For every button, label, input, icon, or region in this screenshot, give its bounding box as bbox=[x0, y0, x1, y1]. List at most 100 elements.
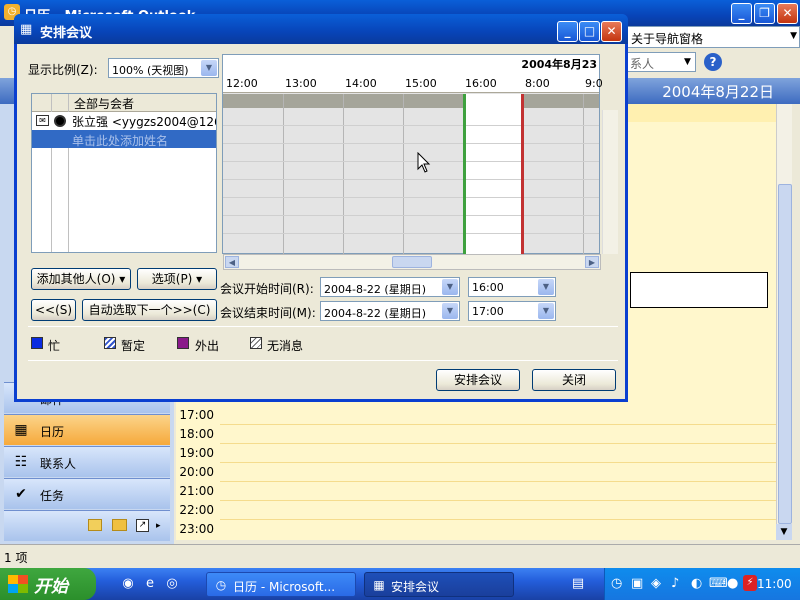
meeting-end-marker[interactable] bbox=[521, 94, 524, 254]
messenger-icon[interactable]: ● bbox=[727, 576, 738, 591]
hour-label: 9:0 bbox=[585, 77, 603, 90]
required-attendee-icon[interactable] bbox=[54, 115, 66, 127]
network-icon[interactable]: ▣ bbox=[631, 576, 643, 591]
calendar-icon: ▦ bbox=[373, 578, 385, 592]
out-of-office-swatch bbox=[177, 337, 189, 349]
close-button[interactable]: 关闭 bbox=[532, 369, 616, 391]
notes-icon[interactable] bbox=[88, 519, 102, 531]
time-row-line bbox=[220, 519, 776, 520]
help-question-text: 关于导航窗格 bbox=[631, 32, 704, 46]
hour-label: 15:00 bbox=[405, 77, 437, 90]
time-label: 22:00 bbox=[179, 503, 214, 517]
nav-shortcuts-bar: ↗ ▸ bbox=[4, 510, 170, 541]
system-tray: ◷ ▣ ◈ ♪ ◐ ⌨ ● ⚡ 11:00 bbox=[604, 568, 800, 600]
meeting-time-slot[interactable] bbox=[465, 94, 523, 254]
nav-label-calendar: 日历 bbox=[40, 425, 65, 439]
windows-logo-icon bbox=[8, 575, 28, 593]
free-busy-horizontal-scrollbar[interactable] bbox=[223, 254, 601, 270]
attendee-row[interactable]: ✉ 张立强 <yygzs2004@126.co bbox=[32, 112, 216, 130]
chevron-down-icon[interactable]: ▼ bbox=[442, 279, 458, 295]
hour-label: 12:00 bbox=[226, 77, 258, 90]
contact-dropdown-icon[interactable]: ▼ bbox=[684, 55, 696, 69]
dialog-minimize-button[interactable]: _ bbox=[557, 21, 578, 42]
volume-icon[interactable]: ♪ bbox=[671, 576, 679, 591]
chevron-down-icon[interactable]: ▼ bbox=[790, 31, 797, 41]
desktop-icon[interactable]: ◉ bbox=[120, 576, 136, 592]
nav-button-calendar[interactable]: ▦ 日历 bbox=[4, 414, 170, 445]
row-gridline bbox=[223, 233, 599, 234]
start-time-label: 会议开始时间(R): bbox=[220, 282, 314, 296]
start-date-value: 2004-8-22 (星期日) bbox=[324, 283, 427, 296]
hour-gridline bbox=[343, 94, 344, 254]
end-time-label: 会议结束时间(M): bbox=[220, 306, 316, 320]
meeting-start-marker[interactable] bbox=[463, 94, 466, 254]
configure-buttons-icon[interactable]: ▸ bbox=[156, 521, 161, 531]
scroll-down-arrow-icon[interactable]: ▼ bbox=[776, 524, 792, 540]
start-time-select[interactable]: 16:00 ▼ bbox=[468, 277, 556, 297]
media-icon[interactable]: ◎ bbox=[164, 576, 180, 592]
hour-label: 16:00 bbox=[465, 77, 497, 90]
input-method-icon[interactable]: ⌨ bbox=[709, 576, 728, 591]
legend-noinfo: 无消息 bbox=[267, 339, 304, 353]
taskbar-meeting-label: 安排会议 bbox=[391, 580, 440, 594]
outlook-minimize-button[interactable]: _ bbox=[731, 3, 752, 24]
security-icon[interactable]: ◈ bbox=[651, 576, 661, 591]
add-others-button[interactable]: 添加其他人(O) ▾ bbox=[31, 268, 131, 290]
keyboard-icon[interactable]: ▤ bbox=[570, 576, 586, 592]
add-attendee-row[interactable]: 单击此处添加姓名 bbox=[32, 130, 216, 148]
time-label: 17:00 bbox=[179, 408, 214, 422]
antivirus-icon[interactable]: ◐ bbox=[691, 576, 702, 591]
hour-gridline bbox=[283, 94, 284, 254]
help-question-box[interactable]: 关于导航窗格 ▼ bbox=[626, 26, 800, 48]
folder-icon[interactable] bbox=[112, 519, 127, 531]
outlook-restore-button[interactable]: ❐ bbox=[754, 3, 775, 24]
divider bbox=[28, 326, 618, 327]
chevron-down-icon[interactable]: ▼ bbox=[201, 60, 217, 76]
outlook-close-button[interactable]: ✕ bbox=[777, 3, 798, 24]
free-busy-vertical-scrollbar[interactable] bbox=[602, 110, 618, 254]
clock[interactable]: 11:00 bbox=[757, 577, 792, 591]
dialog-maximize-button[interactable]: □ bbox=[579, 21, 600, 42]
start-date-select[interactable]: 2004-8-22 (星期日) ▼ bbox=[320, 277, 460, 297]
nav-button-tasks[interactable]: ✔ 任务 bbox=[4, 478, 170, 509]
start-time-value: 16:00 bbox=[472, 281, 504, 294]
add-name-placeholder[interactable]: 单击此处添加姓名 bbox=[72, 132, 168, 149]
flash-icon[interactable]: ⚡ bbox=[743, 575, 757, 591]
row-gridline bbox=[223, 197, 599, 198]
hour-gridline bbox=[403, 94, 404, 254]
zoom-label: 显示比例(Z): bbox=[28, 63, 98, 77]
scroll-right-arrow-icon[interactable]: ▶ bbox=[585, 256, 599, 268]
scrollbar-thumb[interactable] bbox=[778, 184, 792, 524]
browser-icon[interactable]: e bbox=[142, 576, 158, 592]
previous-slot-button[interactable]: <<(S) bbox=[31, 299, 76, 321]
attendee-name[interactable]: 张立强 <yygzs2004@126.co bbox=[72, 113, 216, 130]
time-label: 18:00 bbox=[179, 427, 214, 441]
taskbar-outlook[interactable]: ◷ 日历 - Microsoft... bbox=[206, 572, 356, 597]
row-gridline bbox=[223, 125, 599, 126]
end-time-value: 17:00 bbox=[472, 305, 504, 318]
scrollbar-thumb[interactable] bbox=[392, 256, 432, 268]
time-label: 19:00 bbox=[179, 446, 214, 460]
schedule-meeting-button[interactable]: 安排会议 bbox=[436, 369, 520, 391]
outlook-icon: ◷ bbox=[215, 578, 227, 592]
nav-label-tasks: 任务 bbox=[40, 489, 65, 503]
chevron-down-icon[interactable]: ▼ bbox=[538, 303, 554, 319]
taskbar-schedule-meeting[interactable]: ▦ 安排会议 bbox=[364, 572, 514, 597]
nav-button-contacts[interactable]: ☷ 联系人 bbox=[4, 446, 170, 477]
chevron-down-icon[interactable]: ▼ bbox=[538, 279, 554, 295]
options-button[interactable]: 选项(P) ▾ bbox=[137, 268, 217, 290]
help-icon[interactable]: ? bbox=[704, 53, 722, 71]
start-button[interactable]: 开始 bbox=[0, 568, 96, 600]
row-gridline bbox=[223, 179, 599, 180]
calendar-vertical-scrollbar[interactable] bbox=[776, 104, 792, 540]
autopick-next-button[interactable]: 自动选取下一个>>(C) bbox=[82, 299, 217, 321]
outlook-tray-icon[interactable]: ◷ bbox=[611, 576, 622, 591]
scroll-left-arrow-icon[interactable]: ◀ bbox=[225, 256, 239, 268]
zoom-value: 100% (天视图) bbox=[112, 64, 189, 77]
zoom-select[interactable]: 100% (天视图) ▼ bbox=[108, 58, 219, 78]
end-time-select[interactable]: 17:00 ▼ bbox=[468, 301, 556, 321]
shortcut-icon[interactable]: ↗ bbox=[136, 519, 149, 532]
chevron-down-icon[interactable]: ▼ bbox=[442, 303, 458, 319]
end-date-select[interactable]: 2004-8-22 (星期日) ▼ bbox=[320, 301, 460, 321]
dialog-close-button[interactable]: ✕ bbox=[601, 21, 622, 42]
